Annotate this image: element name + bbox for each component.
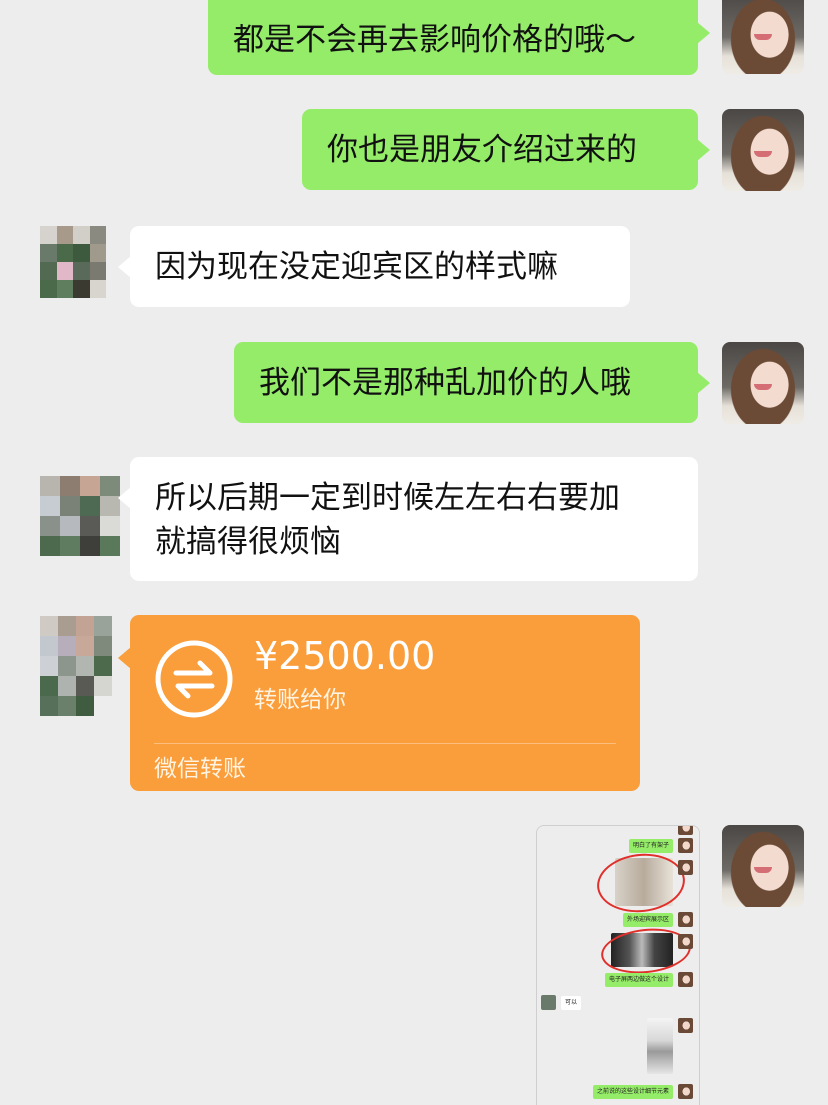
divider xyxy=(154,743,616,744)
message-bubble-sent[interactable]: 你也是朋友介绍过来的 xyxy=(302,109,710,190)
mini-photo xyxy=(647,1018,673,1074)
message-text: 都是不会再去影响价格的哦～ xyxy=(233,22,636,58)
message-text: 我们不是那种乱加价的人哦 xyxy=(259,365,631,401)
avatar-self[interactable] xyxy=(722,0,804,74)
avatar-contact[interactable] xyxy=(40,226,106,316)
mini-bubble: 可以 xyxy=(561,996,582,1010)
avatar-self[interactable] xyxy=(722,342,804,424)
message-bubble-sent[interactable]: 我们不是那种乱加价的人哦 xyxy=(234,342,710,423)
mini-avatar xyxy=(678,934,693,949)
transfer-arrows-icon xyxy=(155,640,233,718)
avatar-self[interactable] xyxy=(722,825,804,907)
mini-avatar xyxy=(678,972,693,987)
mini-bubble: 电子屏两边做这个设计 xyxy=(604,973,673,987)
image-message[interactable]: 明白了有架子 外场迎宾展示区 电子屏两边做这个设计 可以 之前说的这些设计细节元… xyxy=(536,825,700,1105)
transfer-amount: ¥2500.00 xyxy=(254,634,436,678)
message-text: 你也是朋友介绍过来的 xyxy=(327,132,637,168)
transfer-card[interactable]: ¥2500.00 转账给你 微信转账 xyxy=(118,615,640,791)
message-text-line: 就搞得很烦恼 xyxy=(155,524,341,560)
message-bubble-sent[interactable]: 都是不会再去影响价格的哦～ xyxy=(208,0,710,75)
message-text-line: 所以后期一定到时候左左右右要加 xyxy=(155,480,620,516)
mini-avatar xyxy=(541,995,556,1010)
transfer-footer: 微信转账 xyxy=(154,756,246,782)
mini-avatar xyxy=(678,912,693,927)
avatar-self[interactable] xyxy=(722,109,804,191)
mini-bubble: 外场迎宾展示区 xyxy=(622,913,673,927)
message-bubble-received[interactable]: 因为现在没定迎宾区的样式嘛 xyxy=(118,226,630,307)
mini-avatar xyxy=(678,1084,693,1099)
mini-avatar xyxy=(678,860,693,875)
mini-bubble: 明白了有架子 xyxy=(628,839,673,853)
avatar-contact[interactable] xyxy=(40,616,112,716)
mini-avatar xyxy=(678,826,693,835)
transfer-description: 转账给你 xyxy=(254,687,346,713)
mini-avatar xyxy=(678,1018,693,1033)
message-bubble-received[interactable]: 所以后期一定到时候左左右右要加 就搞得很烦恼 xyxy=(118,457,698,581)
mini-bubble: 之前说的这些设计细节元素 xyxy=(592,1085,673,1099)
message-text: 因为现在没定迎宾区的样式嘛 xyxy=(155,249,558,285)
highlight-circle xyxy=(594,849,688,917)
avatar-contact[interactable] xyxy=(40,476,120,556)
mini-avatar xyxy=(678,838,693,853)
